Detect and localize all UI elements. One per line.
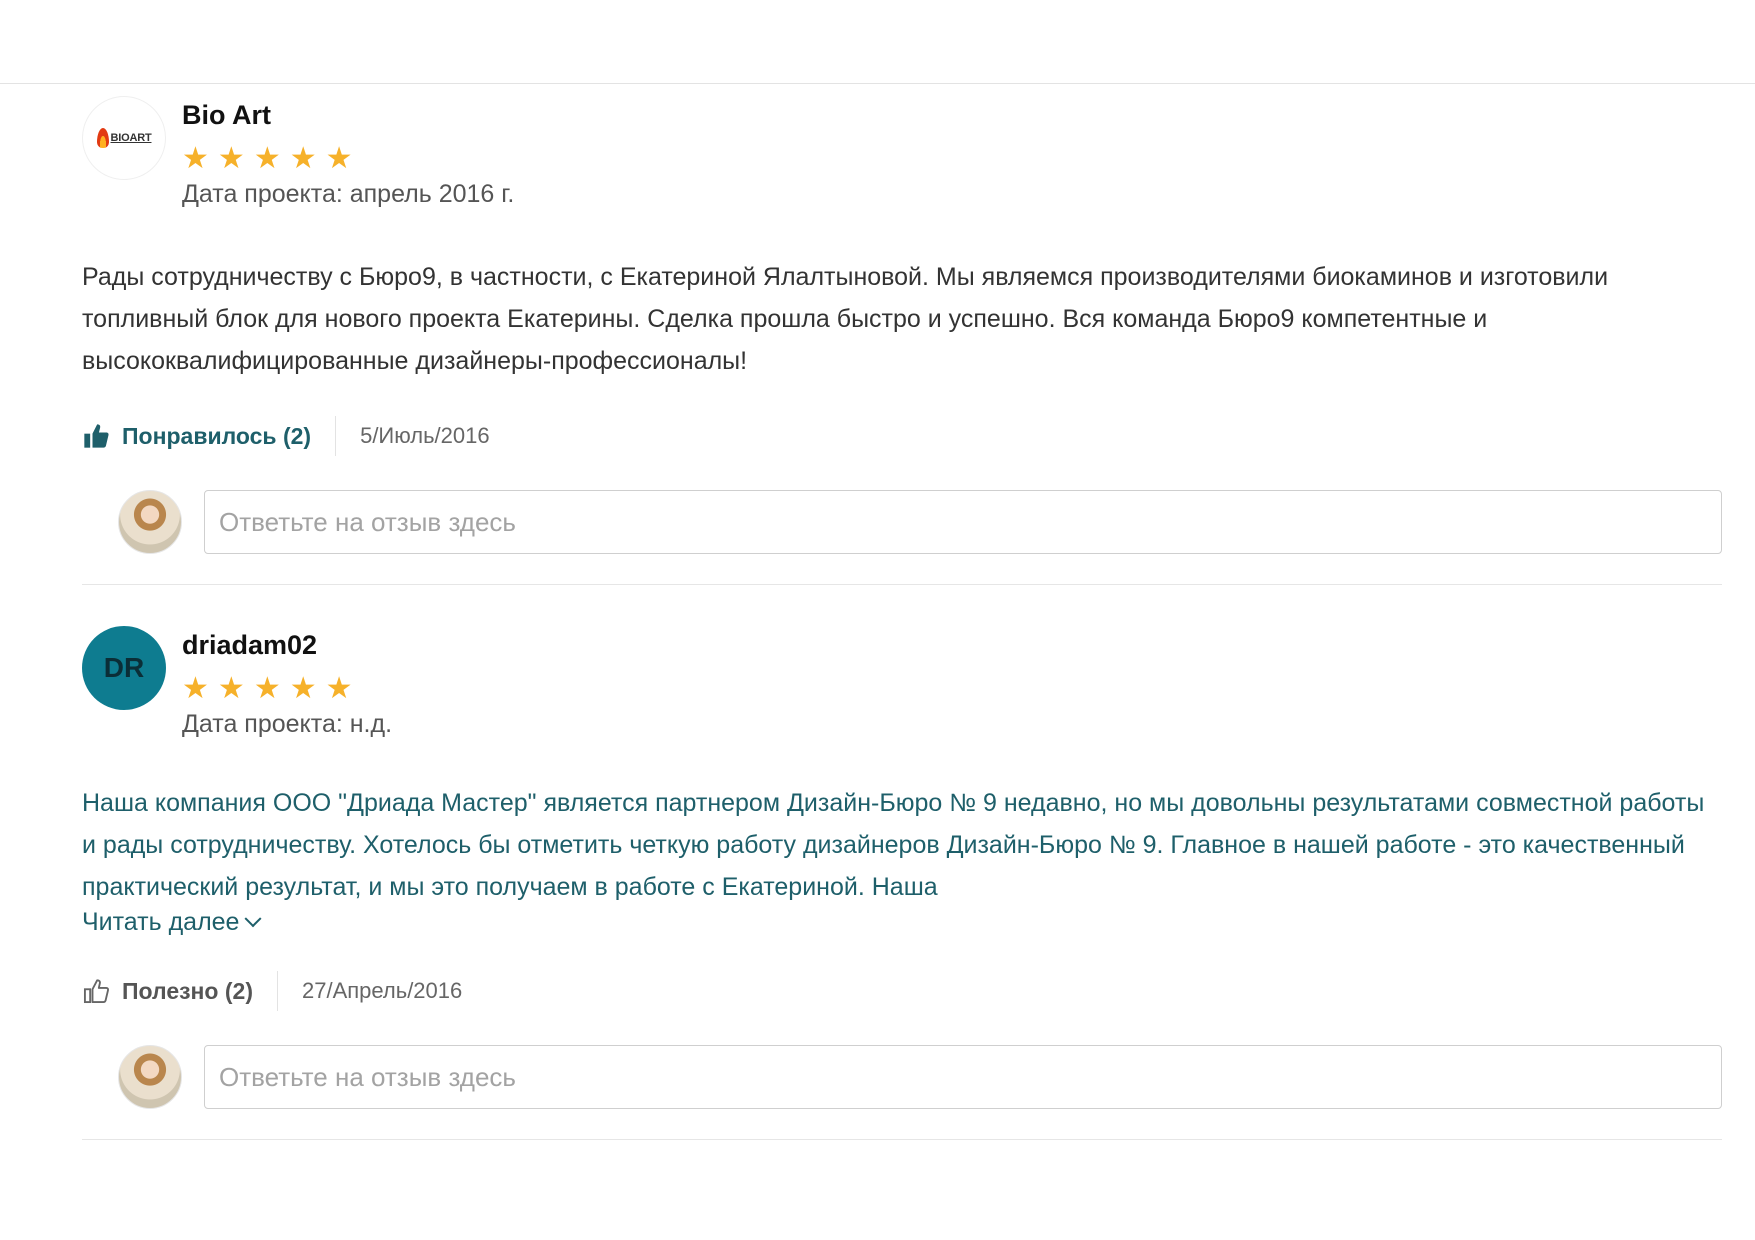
star-icon: ★: [182, 142, 209, 175]
reply-row: [118, 490, 1722, 554]
thumbs-up-filled-icon: [84, 424, 109, 448]
review-card: DR driadam02 ★ ★ ★ ★ ★ Дата проекта: н.д…: [82, 626, 1722, 1140]
separator: [276, 971, 278, 1011]
thumbs-up-outline-icon: [83, 979, 110, 1004]
star-icon: ★: [325, 142, 353, 175]
separator: [335, 416, 337, 456]
star-icon: ★: [253, 142, 281, 175]
helpful-label: Полезно (2): [122, 977, 253, 1004]
chevron-down-icon: [244, 909, 262, 927]
review-actions: Полезно (2) 27/Апрель/2016: [82, 967, 1722, 1015]
star-icon: ★: [289, 142, 317, 175]
star-icon: ★: [253, 672, 281, 705]
star-rating: ★ ★ ★ ★ ★: [182, 674, 353, 704]
star-icon: ★: [217, 672, 245, 705]
reply-input[interactable]: [204, 490, 1722, 554]
star-icon: ★: [325, 672, 353, 705]
project-date: Дата проекта: н.д.: [182, 710, 393, 738]
reviewer-name[interactable]: Bio Art: [182, 100, 271, 131]
initials-avatar[interactable]: DR: [82, 626, 166, 710]
reply-row: [118, 1045, 1722, 1109]
flame-icon: [96, 128, 109, 148]
star-icon: ★: [182, 672, 209, 705]
logo-text: BIOART: [110, 132, 152, 144]
user-avatar: [118, 1045, 182, 1109]
top-divider: [0, 83, 1755, 84]
star-icon: ★: [217, 142, 245, 175]
review-header: BIOART Bio Art ★ ★ ★ ★ ★ Дата проекта: а…: [82, 96, 1722, 216]
review-text: Наша компания ООО "Дриада Мастер" являет…: [82, 789, 1705, 901]
project-date: Дата проекта: апрель 2016 г.: [182, 180, 515, 208]
review-divider: [82, 1139, 1722, 1140]
review-text: Рады сотрудничеству с Бюро9, в частности…: [82, 263, 1609, 375]
review-header: DR driadam02 ★ ★ ★ ★ ★ Дата проекта: н.д…: [82, 626, 1722, 746]
star-icon: ★: [289, 672, 317, 705]
reviewer-name[interactable]: driadam02: [182, 630, 317, 661]
read-more-link[interactable]: Читать далее: [82, 908, 262, 937]
review-actions: Понравилось (2) 5/Июль/2016: [82, 412, 1722, 460]
like-button[interactable]: Понравилось (2): [82, 422, 335, 450]
review-card: BIOART Bio Art ★ ★ ★ ★ ★ Дата проекта: а…: [82, 96, 1722, 585]
reply-input[interactable]: [204, 1045, 1722, 1109]
read-more-label: Читать далее: [82, 908, 240, 936]
bioart-logo: BIOART: [96, 128, 152, 148]
review-divider: [82, 584, 1722, 585]
user-avatar: [118, 490, 182, 554]
review-date: 27/Апрель/2016: [301, 978, 463, 1003]
review-date: 5/Июль/2016: [360, 423, 490, 448]
company-logo-avatar[interactable]: BIOART: [82, 96, 166, 180]
like-label: Понравилось (2): [122, 422, 312, 449]
star-rating: ★ ★ ★ ★ ★: [182, 144, 353, 174]
helpful-button[interactable]: Полезно (2): [82, 977, 277, 1005]
